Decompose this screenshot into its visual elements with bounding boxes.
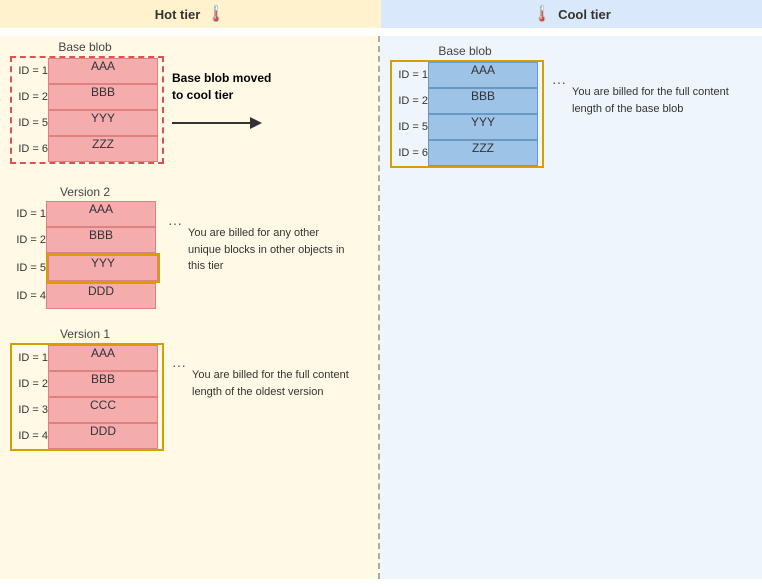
hot-base-blob-title: Base blob — [10, 40, 160, 54]
version2-title: Version 2 — [10, 185, 160, 199]
cool-base-section: Base blob ID = 1 AAA ID = 2 BBB — [390, 40, 752, 171]
version2-billing-text: You are billed for any other unique bloc… — [188, 215, 348, 275]
version2-section: Version 2 ID = 1 AAA ID = 2 BBB ID = 5 — [10, 185, 368, 309]
cool-base-blob-border: ID = 1 AAA ID = 2 BBB ID = 5 YYY — [390, 60, 544, 168]
cool-billing-note: ··· You are billed for the full content … — [552, 44, 732, 117]
table-row: ID = 6 ZZZ — [392, 140, 542, 166]
table-row: ID = 4 DDD — [10, 283, 160, 309]
dots-v1: ··· — [172, 357, 186, 373]
hot-tier-label: Hot tier — [155, 7, 201, 22]
table-row: ID = 5 YYY — [392, 114, 542, 140]
hot-icon: 🌡️ — [206, 4, 226, 24]
version1-section: Version 1 ID = 1 AAA ID = 2 BBB — [10, 327, 368, 454]
main-content: Base blob ID = 1 AAA ID = 2 BBB — [0, 28, 762, 587]
cool-base-blob: Base blob ID = 1 AAA ID = 2 BBB — [390, 44, 544, 171]
header-bar: Hot tier 🌡️ 🌡️ Cool tier — [0, 0, 762, 28]
cool-tier-label: Cool tier — [558, 7, 611, 22]
cool-base-blob-title: Base blob — [390, 44, 540, 58]
hot-base-blob-section: Base blob ID = 1 AAA ID = 2 BBB — [10, 40, 368, 167]
arrow-right — [172, 112, 262, 137]
version1-billing-note: ··· You are billed for the full content … — [172, 327, 352, 400]
move-label: Base blob moved to cool tier — [172, 70, 271, 104]
table-row: ID = 3 CCC — [12, 397, 162, 423]
table-row: ID = 5 YYY — [10, 253, 160, 283]
table-row: ID = 1 AAA — [10, 201, 160, 227]
table-row: ID = 2 BBB — [12, 84, 162, 110]
dots-cool: ··· — [552, 74, 566, 90]
hot-base-blob-border: ID = 1 AAA ID = 2 BBB ID = 5 YYY — [10, 56, 164, 164]
table-row: ID = 1 AAA — [392, 62, 542, 88]
table-row: ID = 5 YYY — [12, 110, 162, 136]
table-row: ID = 2 BBB — [12, 371, 162, 397]
version2-blob: Version 2 ID = 1 AAA ID = 2 BBB ID = 5 — [10, 185, 160, 309]
thermometer-icon: 🌡️ — [532, 4, 552, 24]
hot-tier-panel: Base blob ID = 1 AAA ID = 2 BBB — [0, 36, 380, 579]
hot-tier-header: Hot tier 🌡️ — [0, 0, 381, 28]
cool-tier-panel: Base blob ID = 1 AAA ID = 2 BBB — [380, 36, 762, 579]
version2-billing-note: ··· You are billed for any other unique … — [168, 185, 348, 275]
table-row: ID = 1 AAA — [12, 345, 162, 371]
table-row: ID = 4 DDD — [12, 423, 162, 449]
move-arrow-section: Base blob moved to cool tier — [172, 40, 271, 137]
cool-tier-header: 🌡️ Cool tier — [381, 0, 762, 28]
version1-blob: Version 1 ID = 1 AAA ID = 2 BBB — [10, 327, 164, 454]
table-row: ID = 1 AAA — [12, 58, 162, 84]
table-row: ID = 2 BBB — [392, 88, 542, 114]
cool-billing-text: You are billed for the full content leng… — [572, 74, 732, 117]
version1-border: ID = 1 AAA ID = 2 BBB ID = 3 CCC — [10, 343, 164, 451]
table-row: ID = 2 BBB — [10, 227, 160, 253]
version1-title: Version 1 — [10, 327, 160, 341]
hot-base-blob: Base blob ID = 1 AAA ID = 2 BBB — [10, 40, 164, 167]
dots-v2: ··· — [168, 215, 182, 231]
version1-billing-text: You are billed for the full content leng… — [192, 357, 352, 400]
table-row: ID = 6 ZZZ — [12, 136, 162, 162]
